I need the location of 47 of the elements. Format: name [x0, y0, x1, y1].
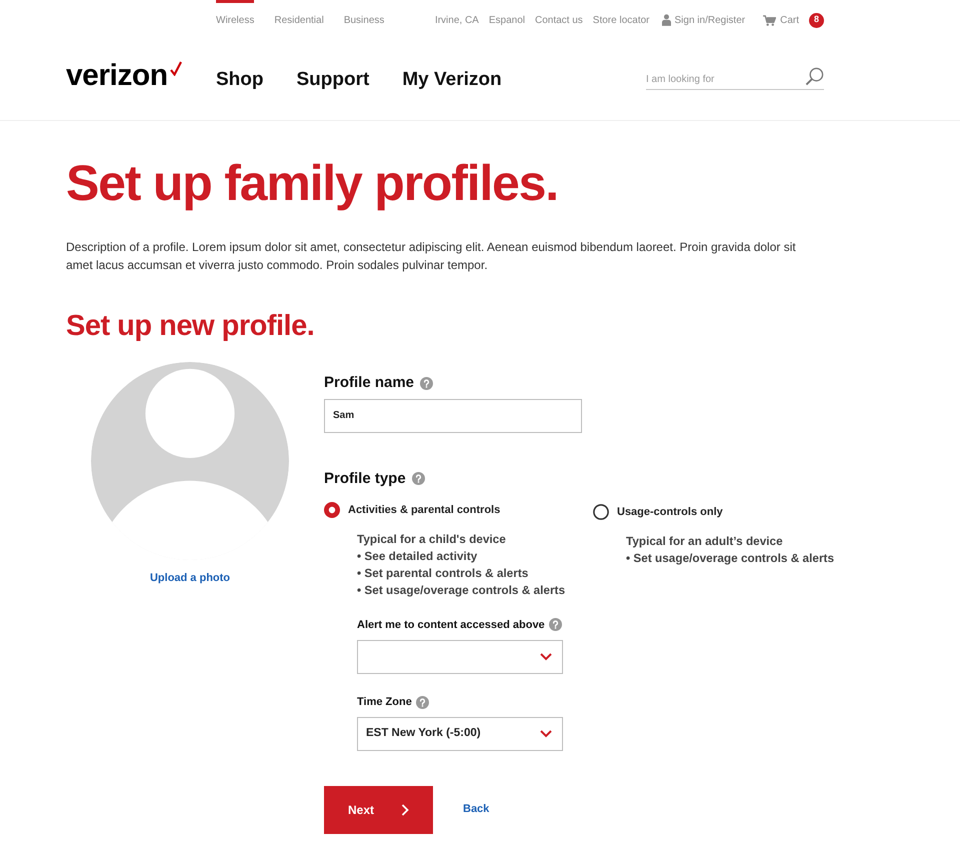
- segment-tab[interactable]: Residential: [274, 0, 324, 40]
- bullet-item: • See detailed activity: [357, 548, 478, 564]
- bullet-item: • Set usage/overage controls & alerts: [626, 550, 834, 566]
- chevron-down-icon: [540, 653, 552, 661]
- field-label: Alert me to content accessed above: [357, 618, 545, 632]
- nav-link[interactable]: Support: [296, 66, 370, 94]
- help-icon[interactable]: [412, 472, 425, 486]
- field-label: Profile name: [324, 373, 414, 393]
- sign-in-link[interactable]: Sign in/Register: [662, 12, 746, 28]
- page-title: Set up family profiles.: [66, 158, 559, 208]
- person-icon: [662, 14, 670, 26]
- cart-link[interactable]: Cart 8: [763, 12, 824, 28]
- nav-link[interactable]: Shop: [216, 66, 264, 94]
- section-title: Set up new profile.: [66, 312, 316, 341]
- chevron-right-icon: [401, 804, 410, 816]
- dropdown-field[interactable]: [357, 640, 563, 674]
- option-summary: Typical for a child's device: [357, 530, 506, 548]
- help-icon[interactable]: [420, 376, 434, 390]
- segment-tab[interactable]: Business: [344, 0, 384, 40]
- cart-count-badge: 8: [809, 12, 824, 28]
- radio-option[interactable]: Usage-controls only: [593, 504, 723, 520]
- cart-icon: [763, 14, 776, 26]
- next-button[interactable]: Next: [324, 786, 433, 834]
- field-label: Profile type: [324, 468, 406, 488]
- option-summary: Typical for an adult’s device: [626, 532, 783, 550]
- search-icon[interactable]: [805, 66, 824, 86]
- page-description: Description of a profile. Lorem ipsum dolor sit amet, consectetur adipiscing elit. Aenean euismod bibendum laoreet. Proin gravida dolor sit amet lacus accumsan et viverra justo commodo. Proin sodales pulvinar tempor.: [66, 239, 797, 274]
- dropdown-field[interactable]: EST New York (-5:00): [357, 716, 563, 750]
- help-icon[interactable]: [416, 696, 429, 709]
- utility-link[interactable]: Espanol: [488, 12, 525, 28]
- segment-tab[interactable]: Wireless: [216, 0, 254, 40]
- verizon-logo[interactable]: verizon: [66, 61, 216, 91]
- text-input[interactable]: Sam: [324, 398, 582, 432]
- bullet-item: • Set parental controls & alerts: [357, 564, 528, 582]
- utility-link[interactable]: Irvine, CA: [434, 12, 479, 28]
- back-link[interactable]: Back: [463, 801, 490, 818]
- utility-link[interactable]: Contact us: [534, 12, 583, 28]
- radio-option[interactable]: Activities & parental controls: [324, 502, 500, 518]
- chevron-down-icon: [540, 730, 552, 738]
- upload-photo-link[interactable]: Upload a photo: [150, 570, 230, 586]
- search-field[interactable]: I am looking for: [646, 72, 805, 86]
- field-label: Time Zone: [357, 695, 412, 710]
- bullet-item: • Set usage/overage controls & alerts: [357, 582, 566, 598]
- utility-link[interactable]: Store locator: [592, 12, 650, 28]
- checkmark-icon: [170, 61, 182, 76]
- nav-link[interactable]: My Verizon: [402, 66, 502, 94]
- help-icon[interactable]: [548, 618, 562, 632]
